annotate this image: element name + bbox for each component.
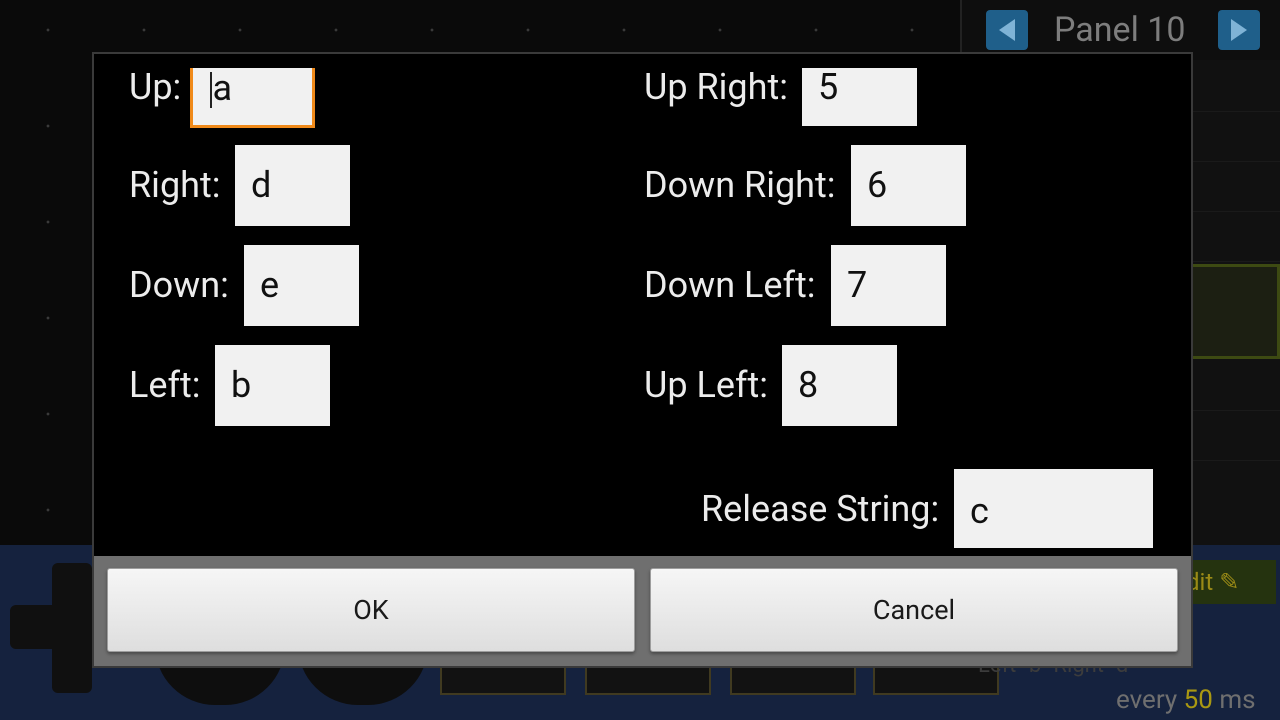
down-left-label: Down Left: [644, 264, 816, 306]
up-value: a [212, 67, 233, 109]
up-left-label: Up Left: [644, 364, 768, 406]
up-input[interactable]: a [190, 68, 315, 128]
pad-strings-dialog: Up: a Right: d Down: e Left: b Up Right:… [92, 52, 1193, 668]
up-right-input[interactable]: 5 [802, 68, 917, 126]
release-string-label: Release String: [701, 488, 940, 530]
repeat-interval: every 50 ms [1116, 685, 1256, 715]
down-input[interactable]: e [244, 245, 359, 326]
every-prefix: every [1116, 685, 1178, 715]
up-label: Up: [129, 66, 182, 108]
next-panel-button[interactable] [1218, 10, 1260, 50]
release-string-input[interactable]: c [954, 469, 1153, 548]
panel-title: Panel 10 [1054, 10, 1186, 50]
dialog-content: Up: a Right: d Down: e Left: b Up Right:… [94, 54, 1191, 556]
left-input[interactable]: b [215, 345, 330, 426]
ok-button[interactable]: OK [107, 568, 635, 652]
cancel-button[interactable]: Cancel [650, 568, 1178, 652]
dialog-button-bar: OK Cancel [94, 556, 1191, 666]
text-caret [210, 72, 212, 109]
down-left-input[interactable]: 7 [831, 245, 946, 326]
down-right-input[interactable]: 6 [851, 145, 966, 226]
up-right-label: Up Right: [644, 66, 788, 108]
right-input[interactable]: d [235, 145, 350, 226]
down-label: Down: [129, 264, 229, 306]
arrow-right-icon [1231, 19, 1247, 41]
left-label: Left: [129, 364, 201, 406]
prev-panel-button[interactable] [986, 10, 1028, 50]
panel-header: Panel 10 [962, 0, 1280, 60]
arrow-left-icon [999, 19, 1015, 41]
up-left-input[interactable]: 8 [782, 345, 897, 426]
right-label: Right: [129, 164, 221, 206]
down-right-label: Down Right: [644, 164, 836, 206]
every-value: 50 [1183, 685, 1213, 715]
pencil-icon: ✎ [1219, 568, 1240, 596]
every-unit: ms [1219, 685, 1256, 715]
